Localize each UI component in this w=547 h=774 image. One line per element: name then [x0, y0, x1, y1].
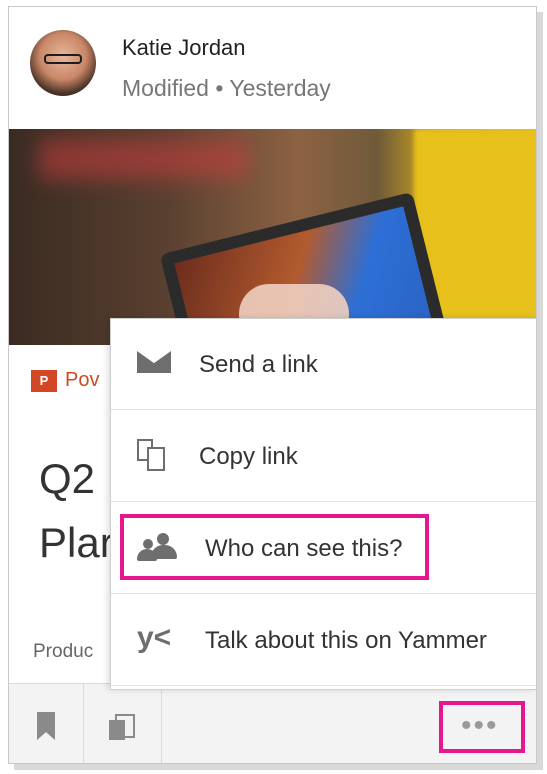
menu-item-label: Talk about this on Yammer	[205, 627, 487, 654]
document-subtitle: Produc	[33, 641, 94, 662]
people-icon	[137, 533, 177, 561]
document-thumbnail[interactable]	[9, 129, 536, 345]
document-type: P Pov	[31, 369, 99, 392]
document-card[interactable]: Katie Jordan Modified • Yesterday P Pov Q…	[8, 6, 537, 764]
menu-item-copy-link[interactable]: Copy link	[111, 411, 536, 502]
card-header: Katie Jordan Modified • Yesterday	[9, 7, 536, 129]
menu-item-label: Who can see this?	[205, 535, 403, 562]
menu-item-label: Copy link	[199, 443, 298, 470]
powerpoint-icon: P	[31, 369, 57, 392]
copy-icon	[109, 714, 135, 740]
bookmark-icon	[37, 712, 55, 740]
copy-button[interactable]	[83, 684, 162, 763]
context-menu: Send a link Copy link Who can see this? …	[110, 318, 536, 690]
menu-item-label: Send a link	[199, 351, 318, 378]
more-icon: •••	[461, 709, 499, 742]
more-options-button[interactable]: •••	[439, 701, 525, 753]
author-name: Katie Jordan	[122, 35, 246, 60]
document-type-label: Pov	[65, 369, 100, 391]
menu-item-yammer[interactable]: y< Talk about this on Yammer	[111, 595, 536, 686]
mail-icon	[137, 351, 171, 373]
yammer-icon: y<	[137, 621, 172, 654]
modified-time: Modified • Yesterday	[122, 75, 331, 101]
card-footer: •••	[9, 683, 536, 763]
copy-link-icon	[137, 439, 167, 471]
document-title[interactable]: Q2 Plar	[39, 447, 114, 575]
menu-item-send-link[interactable]: Send a link	[111, 319, 536, 410]
bookmark-button[interactable]	[9, 684, 84, 763]
avatar	[30, 30, 96, 96]
menu-item-who-can-see[interactable]: Who can see this?	[111, 503, 536, 594]
